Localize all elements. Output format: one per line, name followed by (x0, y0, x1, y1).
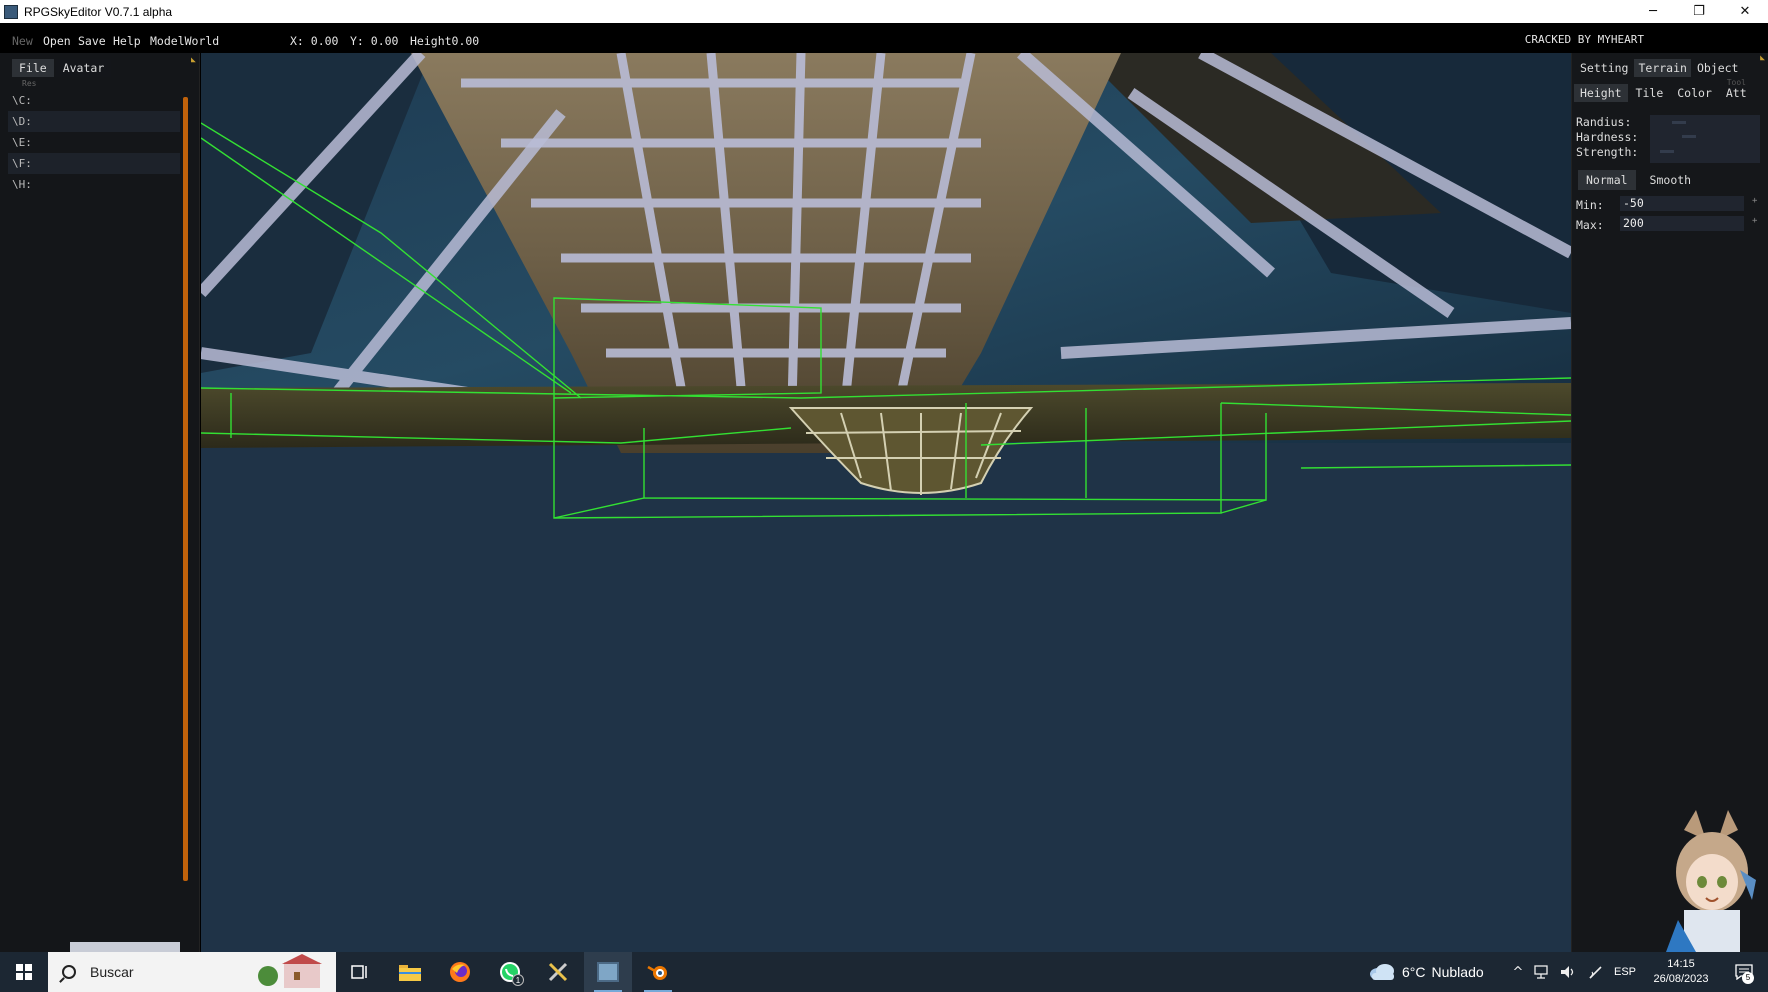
taskbar-search-box[interactable]: Buscar (48, 952, 336, 992)
app-icon (4, 4, 18, 19)
title-bar: RPGSkyEditor V0.7.1 alpha ─ ❐ ✕ (0, 0, 1768, 23)
subtab-height[interactable]: Height (1574, 84, 1628, 102)
tab-file[interactable]: File (12, 59, 54, 77)
rpgskyeditor-taskbar-button[interactable] (584, 952, 632, 992)
drive-list: \C: \D: \E: \F: \H: (8, 90, 180, 195)
tab-avatar[interactable]: Avatar (55, 59, 112, 77)
notification-center-button[interactable]: 5 (1724, 952, 1764, 992)
subtab-tile[interactable]: Tile (1630, 84, 1670, 102)
smooth-mode-button[interactable]: Smooth (1642, 170, 1700, 190)
search-placeholder: Buscar (90, 964, 134, 980)
panel-resize-handle-icon[interactable]: ◣ (191, 55, 196, 64)
menu-help[interactable]: Help (113, 34, 141, 48)
panel-resize-handle-icon[interactable]: ◣ (1760, 53, 1765, 62)
preview-thumbnail (70, 942, 180, 952)
left-tab-bar: File Avatar (12, 59, 112, 77)
scene-render (201, 53, 1571, 952)
drive-item-c[interactable]: \C: (8, 90, 180, 111)
blender-button[interactable] (634, 952, 682, 992)
clock[interactable]: 14:15 26/08/2023 (1648, 957, 1714, 987)
drive-item-d[interactable]: \D: (8, 111, 180, 132)
search-icon (62, 965, 76, 979)
coord-x-readout: X: 0.00 (290, 34, 339, 48)
windows-logo-icon (15, 964, 32, 980)
network-icon[interactable] (1530, 952, 1554, 992)
cloud-icon (1370, 964, 1394, 980)
weather-description: Nublado (1431, 964, 1484, 980)
normal-mode-button[interactable]: Normal (1578, 170, 1636, 190)
min-stepper-icon[interactable]: + (1752, 196, 1757, 206)
coord-y-readout: Y: 0.00 (350, 34, 399, 48)
firefox-button[interactable] (436, 952, 484, 992)
min-label: Min: (1576, 198, 1604, 212)
close-button[interactable]: ✕ (1722, 0, 1768, 23)
radius-slider-grab[interactable] (1672, 121, 1686, 124)
tab-setting[interactable]: Setting (1576, 59, 1632, 77)
weather-temperature: 6°C (1402, 964, 1426, 980)
terrain-subtab-bar: Height Tile Color Att (1574, 84, 1753, 102)
max-stepper-icon[interactable]: + (1752, 216, 1757, 226)
blender-icon (647, 965, 667, 980)
left-panel: File Avatar Res ◣ \C: \D: \E: \F: \H: (0, 53, 200, 952)
radius-label: Randius: (1576, 115, 1632, 129)
taskbar: Buscar 1 6°C Nublado ^ ESP 14:15 26/08/2… (0, 952, 1768, 992)
menu-model-world[interactable]: ModelWorld (150, 34, 219, 48)
menu-bar: New Open Save Help ModelWorld X: 0.00 Y:… (0, 23, 1768, 53)
max-label: Max: (1576, 218, 1604, 232)
hardness-label: Hardness: (1576, 130, 1639, 144)
min-input[interactable]: -50 (1620, 196, 1744, 211)
clock-time: 14:15 (1667, 958, 1695, 970)
max-input[interactable]: 200 (1620, 216, 1744, 231)
folder-icon (399, 965, 421, 981)
task-view-button[interactable] (336, 952, 384, 992)
firefox-icon (450, 962, 470, 982)
subtab-color[interactable]: Color (1671, 84, 1718, 102)
left-scrollbar[interactable] (183, 97, 188, 881)
whatsapp-button[interactable]: 1 (486, 952, 534, 992)
notification-count-badge: 5 (1742, 972, 1754, 984)
minimize-button[interactable]: ─ (1630, 0, 1676, 23)
strength-label: Strength: (1576, 145, 1639, 159)
hardness-slider-grab[interactable] (1682, 135, 1696, 138)
volume-icon[interactable] (1556, 952, 1580, 992)
menu-open[interactable]: Open (43, 34, 71, 48)
drive-item-f[interactable]: \F: (8, 153, 180, 174)
tab-terrain[interactable]: Terrain (1634, 59, 1691, 77)
height-readout: Height0.00 (410, 34, 480, 48)
file-explorer-button[interactable] (386, 952, 434, 992)
strength-slider-grab[interactable] (1660, 150, 1674, 153)
show-hidden-icons-button[interactable]: ^ (1508, 952, 1528, 992)
mode-button-group: Normal Smooth (1578, 170, 1699, 190)
subtab-att[interactable]: Att (1720, 84, 1753, 102)
whatsapp-badge: 1 (512, 974, 524, 986)
tools-app-button[interactable] (534, 952, 582, 992)
drive-item-e[interactable]: \E: (8, 132, 180, 153)
brush-slider-group (1650, 115, 1760, 163)
tools-icon (548, 962, 568, 982)
menu-new[interactable]: New (12, 34, 33, 48)
rpgskyeditor-icon (597, 962, 619, 982)
mascot-avatar (1666, 810, 1756, 952)
maximize-button[interactable]: ❐ (1676, 0, 1722, 23)
weather-widget[interactable]: 6°C Nublado (1368, 952, 1484, 992)
tab-object[interactable]: Object (1693, 59, 1743, 77)
menu-save[interactable]: Save (78, 34, 106, 48)
start-button[interactable] (0, 952, 47, 992)
input-language-indicator[interactable]: ESP (1614, 952, 1636, 992)
res-label: Res (22, 79, 37, 88)
clock-date: 26/08/2023 (1653, 973, 1709, 985)
pen-icon[interactable] (1584, 952, 1608, 992)
drive-item-h[interactable]: \H: (8, 174, 180, 195)
credit-text: CRACKED BY MYHEART (1524, 33, 1644, 46)
3d-viewport[interactable] (201, 53, 1571, 952)
task-view-icon (351, 965, 367, 979)
window-title: RPGSkyEditor V0.7.1 alpha (24, 4, 173, 19)
right-tab-bar: Setting Terrain Object (1576, 59, 1742, 77)
search-highlight-illustration (258, 954, 322, 988)
